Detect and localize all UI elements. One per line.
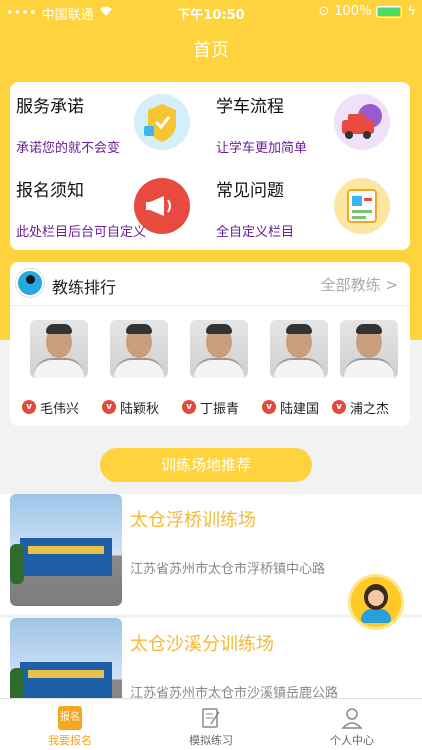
verified-badge-icon: v: [102, 400, 116, 414]
coach-name: 陆颖秋: [120, 402, 160, 417]
tab-profile[interactable]: 个人中心: [282, 699, 422, 750]
tab-sign-up[interactable]: 报名 我要报名: [0, 699, 140, 750]
car-icon: [334, 94, 390, 150]
page-title: 首页: [193, 40, 229, 61]
customer-service-icon[interactable]: [348, 574, 404, 630]
service-title: 服务承诺: [16, 97, 84, 117]
coach-name: 丁振青: [200, 402, 240, 417]
coach-photo: [340, 320, 398, 378]
shield-icon: [134, 94, 190, 150]
service-faq[interactable]: 常见问题 全自定义栏目: [210, 166, 400, 246]
service-subtitle: 承诺您的就不会变: [16, 141, 121, 156]
service-title: 报名须知: [16, 181, 84, 201]
coach-item[interactable]: v 丁振青: [182, 320, 258, 420]
battery-icon: [376, 5, 403, 18]
all-coaches-link[interactable]: 全部教练 >: [321, 274, 398, 295]
service-process[interactable]: 学车流程 让学车更加简单: [210, 82, 400, 162]
service-subtitle: 全自定义栏目: [216, 225, 295, 240]
coach-header: 教练排行 全部教练 >: [10, 262, 410, 306]
service-subtitle: 让学车更加简单: [216, 141, 308, 156]
coach-name: 毛伟兴: [40, 402, 80, 417]
venue-address: 江苏省苏州市太仓市浮桥镇中心路: [130, 562, 326, 577]
service-subtitle: 此处栏目后台可自定义: [16, 225, 147, 240]
verified-badge-icon: v: [182, 400, 196, 414]
service-promise[interactable]: 服务承诺 承诺您的就不会变: [10, 82, 200, 162]
coach-name: 陆建国: [280, 402, 320, 417]
battery-percent: 100%: [334, 4, 372, 19]
coach-section-title: 教练排行: [52, 278, 117, 297]
coach-photo: [190, 320, 248, 378]
practice-icon: [199, 706, 223, 730]
megaphone-icon: [134, 178, 190, 234]
coach-avatar-icon: [16, 269, 44, 297]
coach-item[interactable]: v 陆颖秋: [102, 320, 178, 420]
venue-photo: [10, 494, 122, 606]
charging-icon: ϟ: [407, 4, 416, 19]
sign-up-icon: 报名: [58, 706, 82, 730]
tab-label: 我要报名: [48, 734, 92, 747]
coach-item[interactable]: v 陆建国: [262, 320, 338, 420]
verified-badge-icon: v: [332, 400, 346, 414]
services-card: 服务承诺 承诺您的就不会变 学车流程 让学车更加简单 报名须知 此处栏目后台可自…: [10, 82, 410, 250]
coach-item[interactable]: v 毛伟兴: [22, 320, 98, 420]
coach-name: 浦之杰: [350, 402, 390, 417]
coach-photo: [110, 320, 168, 378]
question-board-icon: [334, 178, 390, 234]
person-icon: [340, 706, 364, 730]
venue-recommend-button[interactable]: 训练场地推荐: [100, 448, 312, 482]
verified-badge-icon: v: [22, 400, 36, 414]
venue-name: 太仓浮桥训练场: [130, 510, 256, 531]
tab-label: 模拟练习: [189, 734, 233, 747]
status-bar: •••• 中国联通 下午10:50 ⊙ 100% ϟ: [0, 0, 422, 24]
coach-list: v 毛伟兴 v 陆颖秋 v 丁振青 v 陆建国 v 浦之杰: [10, 320, 410, 420]
service-notice[interactable]: 报名须知 此处栏目后台可自定义: [10, 166, 200, 246]
service-title: 常见问题: [216, 181, 284, 201]
coach-photo: [270, 320, 328, 378]
service-title: 学车流程: [216, 97, 284, 117]
venue-name: 太仓沙溪分训练场: [130, 634, 274, 655]
coach-photo: [30, 320, 88, 378]
coach-ranking-card: 教练排行 全部教练 > v 毛伟兴 v 陆颖秋 v 丁振青 v 陆建国 v 浦之…: [10, 262, 410, 426]
coach-item[interactable]: v 浦之杰: [332, 320, 408, 420]
verified-badge-icon: v: [262, 400, 276, 414]
tab-bar: 报名 我要报名 模拟练习 个人中心: [0, 698, 422, 750]
tab-practice[interactable]: 模拟练习: [141, 699, 281, 750]
rotation-lock-icon: ⊙: [318, 4, 330, 19]
tab-label: 个人中心: [330, 734, 374, 747]
